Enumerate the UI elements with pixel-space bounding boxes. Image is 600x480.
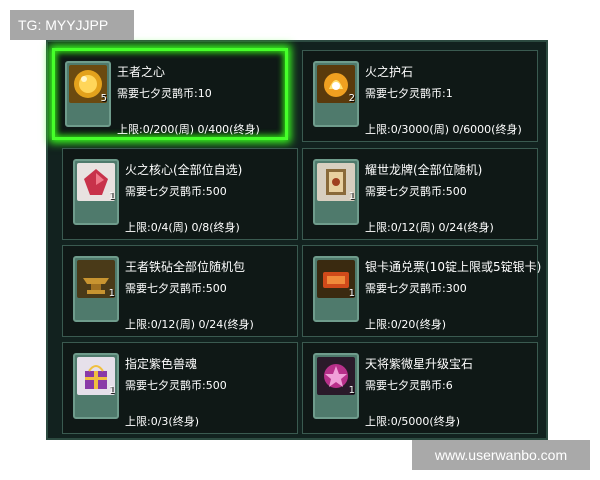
item-price: 需要七夕灵鹊币:500 — [125, 282, 227, 295]
item-price: 需要七夕灵鹊币:10 — [117, 87, 212, 100]
item-price: 需要七夕灵鹊币:500 — [125, 379, 227, 392]
item-slot[interactable]: 1 — [73, 256, 119, 322]
item-limit: 上限:0/12(周) 0/24(终身) — [365, 221, 494, 234]
item-limit: 上限:0/3000(周) 0/6000(终身) — [365, 123, 522, 136]
item-card-2[interactable]: 1 火之核心(全部位自选) 需要七夕灵鹊币:500 上限:0/4(周) 0/8(… — [62, 148, 298, 240]
item-limit: 上限:0/20(终身) — [365, 318, 446, 331]
item-limit: 上限:0/5000(终身) — [365, 415, 460, 428]
item-price: 需要七夕灵鹊币:500 — [125, 185, 227, 198]
item-quantity: 1 — [348, 288, 355, 299]
item-limit: 上限:0/3(终身) — [125, 415, 199, 428]
item-name: 王者之心 — [117, 65, 166, 79]
item-slot[interactable]: 1 — [313, 159, 359, 225]
item-card-5[interactable]: 1 银卡通兑票(10锭上限或5锭银卡) 需要七夕灵鹊币:300 上限:0/20(… — [302, 245, 542, 337]
item-name: 天将紫微星升级宝石 — [365, 357, 474, 371]
item-quantity: 1 — [348, 385, 355, 396]
item-grid: 5 王者之心 需要七夕灵鹊币:10 上限:0/200(周) 0/400(终身) … — [48, 42, 546, 438]
exchange-shop-panel: 5 王者之心 需要七夕灵鹊币:10 上限:0/200(周) 0/400(终身) … — [46, 40, 548, 440]
item-price: 需要七夕灵鹊币:1 — [365, 87, 453, 100]
item-slot[interactable]: 2 — [313, 61, 359, 127]
item-price: 需要七夕灵鹊币:6 — [365, 379, 453, 392]
item-slot[interactable]: 1 — [73, 159, 119, 225]
item-limit: 上限:0/12(周) 0/24(终身) — [125, 318, 254, 331]
item-card-1[interactable]: 2 火之护石 需要七夕灵鹊币:1 上限:0/3000(周) 0/6000(终身) — [302, 50, 538, 142]
item-slot[interactable]: 5 — [65, 61, 111, 127]
watermark-top-left: TG: MYYJJPP — [10, 10, 134, 40]
item-limit: 上限:0/200(周) 0/400(终身) — [117, 123, 260, 136]
item-card-4[interactable]: 1 王者铁砧全部位随机包 需要七夕灵鹊币:500 上限:0/12(周) 0/24… — [62, 245, 298, 337]
item-slot[interactable]: 1 — [73, 353, 119, 419]
item-slot[interactable]: 1 — [313, 353, 359, 419]
item-name: 王者铁砧全部位随机包 — [125, 260, 246, 274]
item-card-6[interactable]: 1 指定紫色兽魂 需要七夕灵鹊币:500 上限:0/3(终身) — [62, 342, 298, 434]
item-price: 需要七夕灵鹊币:300 — [365, 282, 467, 295]
item-quantity: 1 — [108, 288, 115, 299]
item-quantity: 2 — [348, 93, 355, 104]
item-quantity: 5 — [100, 93, 107, 104]
item-name: 耀世龙牌(全部位随机) — [365, 163, 483, 177]
item-limit: 上限:0/4(周) 0/8(终身) — [125, 221, 240, 234]
item-name: 火之核心(全部位自选) — [125, 163, 243, 177]
item-price: 需要七夕灵鹊币:500 — [365, 185, 467, 198]
item-quantity: 1 — [108, 385, 115, 396]
item-name: 银卡通兑票(10锭上限或5锭银卡) — [365, 260, 542, 274]
item-card-7[interactable]: 1 天将紫微星升级宝石 需要七夕灵鹊币:6 上限:0/5000(终身) — [302, 342, 538, 434]
item-card-3[interactable]: 1 耀世龙牌(全部位随机) 需要七夕灵鹊币:500 上限:0/12(周) 0/2… — [302, 148, 538, 240]
item-card-0[interactable]: 5 王者之心 需要七夕灵鹊币:10 上限:0/200(周) 0/400(终身) — [52, 48, 288, 140]
item-slot[interactable]: 1 — [313, 256, 359, 322]
item-name: 指定紫色兽魂 — [125, 357, 198, 371]
item-name: 火之护石 — [365, 65, 414, 79]
item-quantity: 1 — [348, 191, 355, 202]
item-quantity: 1 — [108, 191, 115, 202]
watermark-bottom-right: www.userwanbo.com — [412, 440, 590, 470]
